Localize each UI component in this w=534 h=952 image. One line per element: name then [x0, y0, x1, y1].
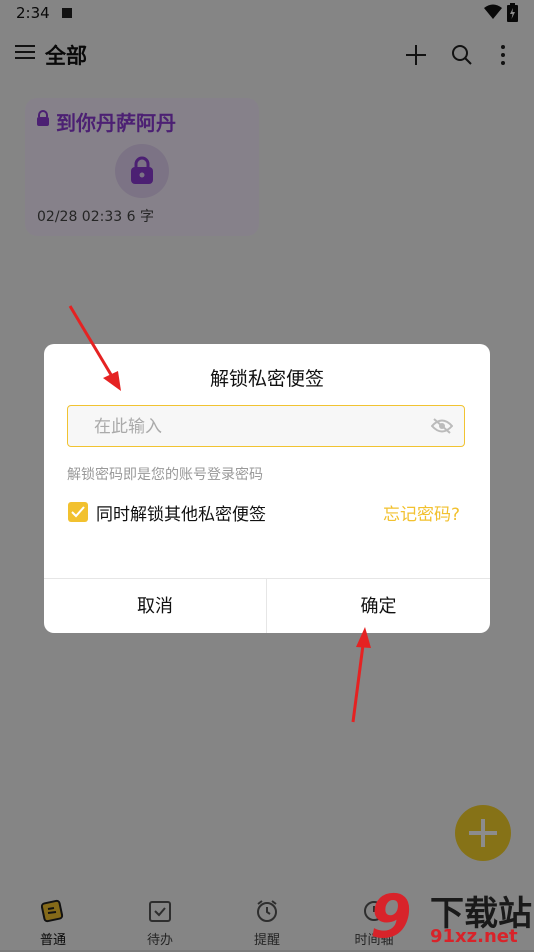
arrow-to-confirm: [351, 644, 365, 723]
watermark-mark: 9: [370, 882, 412, 952]
arrow-head: [103, 371, 121, 391]
arrow-to-input: [68, 305, 115, 379]
annotation-arrows: [68, 305, 371, 723]
watermark-url: 91xz.net: [430, 926, 518, 947]
arrow-head: [356, 627, 371, 648]
watermark-logo: 9 下载站 91xz.net: [370, 882, 534, 952]
